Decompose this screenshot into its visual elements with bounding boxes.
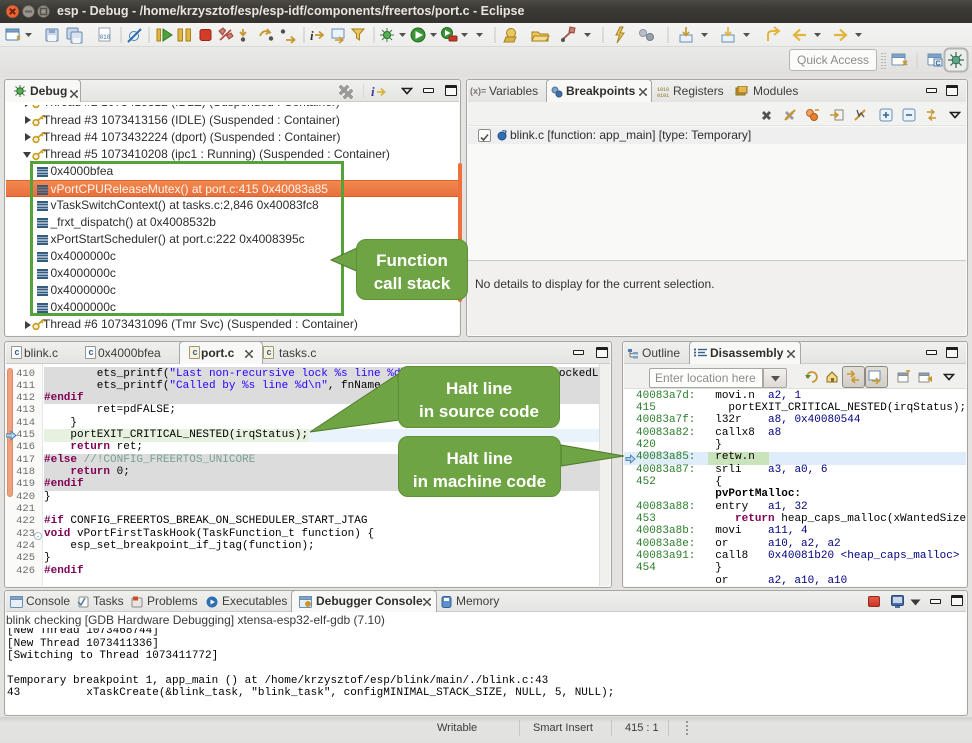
svg-text:010: 010 <box>100 34 111 41</box>
svg-text:0101: 0101 <box>657 93 669 97</box>
svg-text:C: C <box>936 61 941 68</box>
svg-text:i: i <box>371 84 375 98</box>
svg-text:i: i <box>310 28 314 43</box>
